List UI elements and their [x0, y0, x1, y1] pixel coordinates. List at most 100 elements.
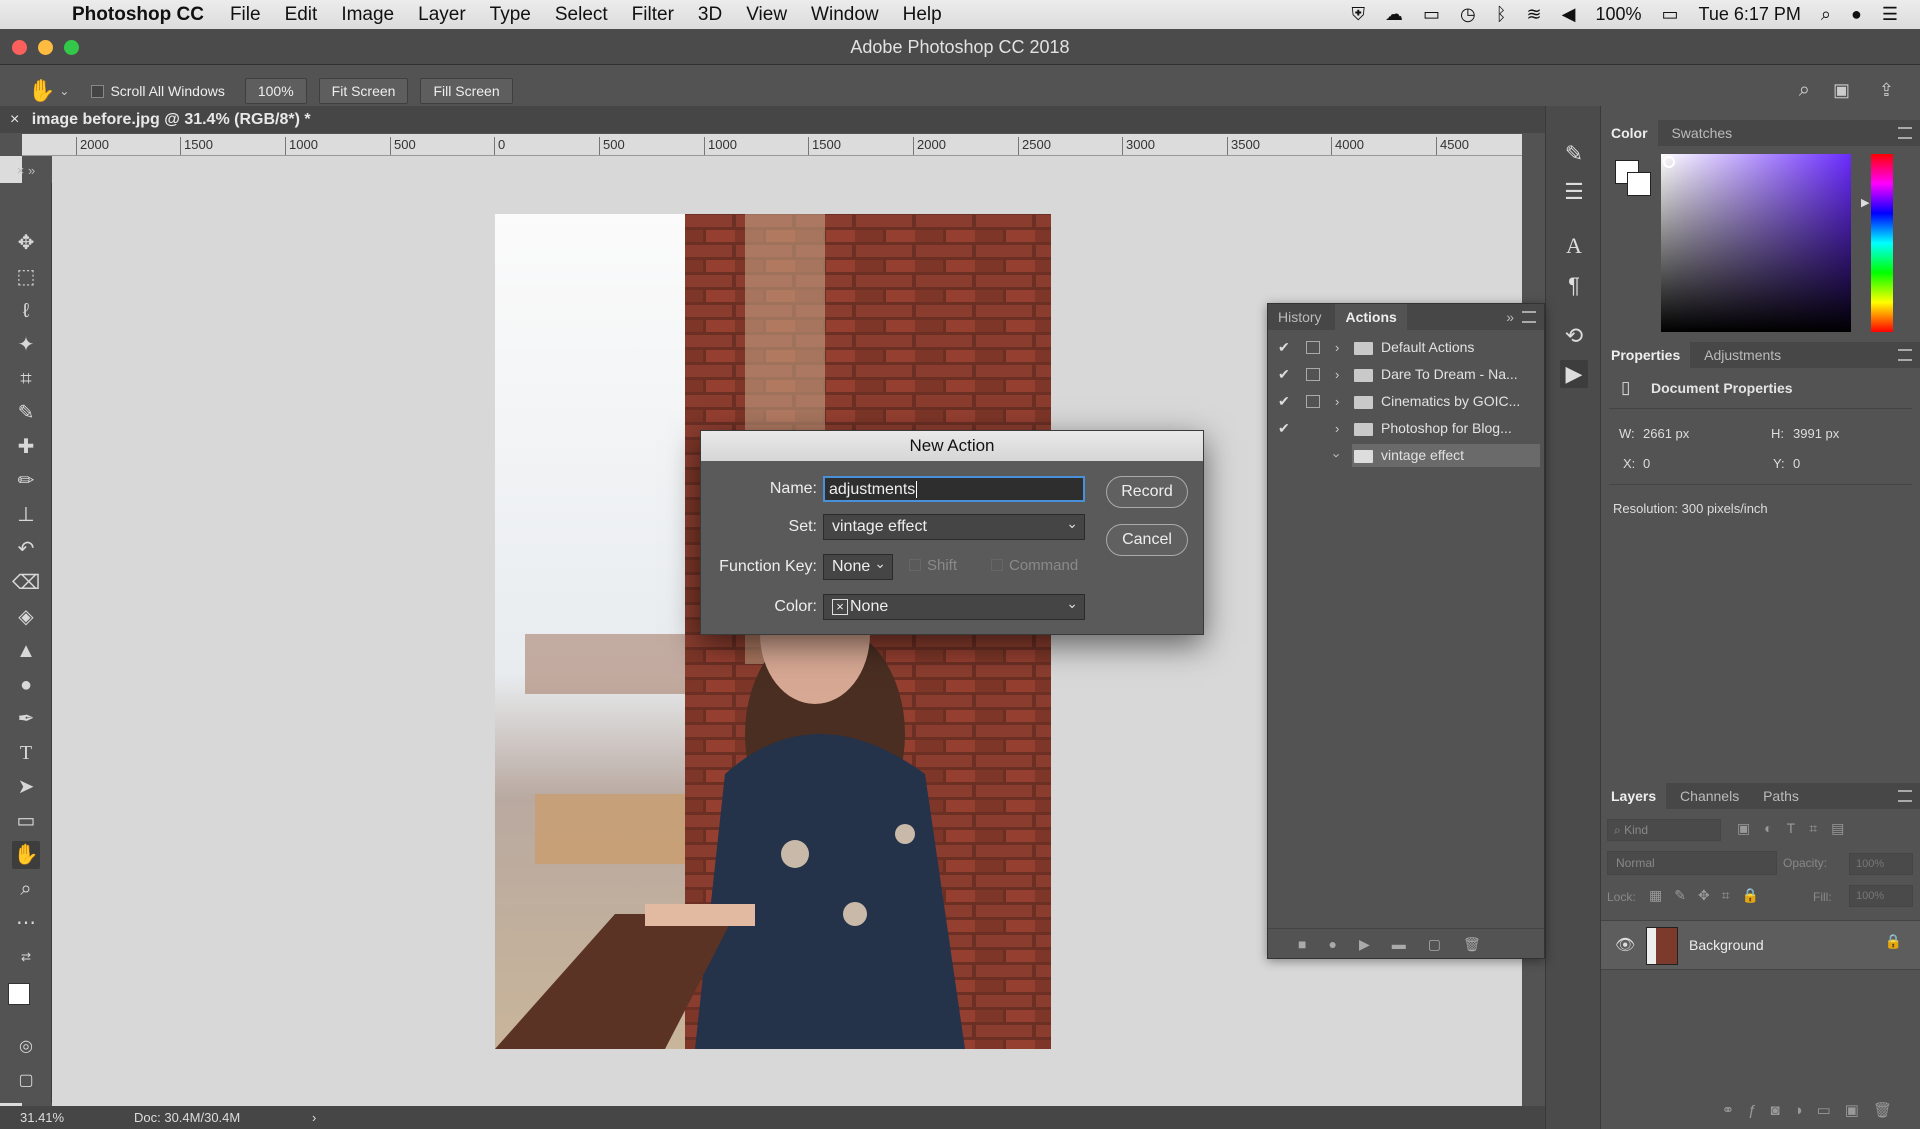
paragraph-icon[interactable]: ¶ [1560, 272, 1588, 300]
panel-menu-icon[interactable] [1898, 127, 1912, 139]
bluetooth-icon[interactable]: ᛒ [1496, 4, 1507, 25]
menu-file[interactable]: File [230, 4, 261, 26]
lock-icons[interactable]: ▦✎✥⌗🔒 [1649, 887, 1771, 904]
tab-color[interactable]: Color [1601, 120, 1658, 146]
workspace-icon[interactable]: ▣ [1833, 80, 1850, 101]
opacity-field[interactable]: 100% [1849, 853, 1913, 875]
type-tool-icon[interactable]: T [12, 739, 40, 767]
menu-layer[interactable]: Layer [418, 4, 466, 26]
healing-brush-tool-icon[interactable]: ✚ [12, 433, 40, 461]
record-icon[interactable]: ● [1328, 936, 1358, 952]
x-value[interactable]: 0 [1643, 456, 1650, 471]
cancel-button[interactable]: Cancel [1106, 524, 1188, 556]
color-picker-handle[interactable] [1663, 156, 1675, 168]
hand-tool-icon[interactable]: ✋ [12, 841, 40, 869]
menu-filter[interactable]: Filter [632, 4, 674, 26]
creative-cloud-icon[interactable]: ☁ [1385, 4, 1403, 25]
crop-tool-icon[interactable]: ⌗ [12, 365, 40, 393]
action-set-row[interactable]: ✔ › Photoshop for Blog... [1268, 415, 1544, 442]
chevron-right-icon[interactable]: › [1335, 415, 1339, 442]
hue-slider-handle-icon[interactable]: ▶ [1861, 196, 1869, 209]
clock[interactable]: Tue 6:17 PM [1699, 4, 1801, 25]
clone-stamp-tool-icon[interactable]: ⊥ [12, 501, 40, 529]
chevron-down-icon[interactable]: ⌄ [59, 84, 69, 98]
shield-icon[interactable]: ⛨ [1351, 4, 1365, 25]
history-brush-tool-icon[interactable]: ↶ [12, 535, 40, 563]
zoom-100-button[interactable]: 100% [244, 77, 307, 104]
brush-tool-icon[interactable]: ✏ [12, 467, 40, 495]
new-action-icon[interactable]: ▢ [1428, 936, 1463, 952]
minimize-window-button[interactable] [38, 40, 53, 55]
volume-icon[interactable]: ◀ [1562, 4, 1576, 25]
new-set-folder-icon[interactable]: ▬ [1392, 936, 1428, 952]
paint-bucket-tool-icon[interactable]: ◈ [12, 603, 40, 631]
tab-actions[interactable]: Actions [1335, 304, 1407, 330]
tab-properties[interactable]: Properties [1601, 342, 1691, 368]
action-set-row-selected[interactable]: › vintage effect [1268, 442, 1544, 469]
checkmark-icon[interactable]: ✔ [1278, 415, 1290, 442]
layers-footer-icons[interactable]: ⚭ƒ◙◑▭▣🗑 [1601, 1101, 1920, 1129]
menu-view[interactable]: View [746, 4, 787, 26]
menu-select[interactable]: Select [555, 4, 608, 26]
dodge-tool-icon[interactable]: ● [12, 671, 40, 699]
layer-name[interactable]: Background [1689, 937, 1764, 953]
hand-tool-preset-icon[interactable]: ✋ [28, 78, 55, 104]
action-set-row[interactable]: ✔ › Default Actions [1268, 334, 1544, 361]
action-set-row[interactable]: ✔ › Cinematics by GOIC... [1268, 388, 1544, 415]
stop-icon[interactable]: ■ [1298, 936, 1328, 952]
record-button[interactable]: Record [1106, 476, 1188, 508]
expand-panel-icon[interactable]: » [1506, 304, 1514, 330]
chevron-right-icon[interactable]: › [1335, 388, 1339, 415]
collapse-toolbar-icon[interactable]: × » [12, 157, 40, 185]
layer-row[interactable]: 👁 Background 🔒 [1601, 920, 1920, 970]
eyedropper-tool-icon[interactable]: ✎ [12, 399, 40, 427]
rectangle-tool-icon[interactable]: ▭ [12, 807, 40, 835]
close-tab-icon[interactable]: × [10, 111, 19, 128]
hue-slider[interactable] [1871, 154, 1893, 332]
lasso-tool-icon[interactable]: ℓ [12, 297, 40, 325]
tab-swatches[interactable]: Swatches [1661, 120, 1742, 146]
siri-icon[interactable]: ● [1851, 4, 1862, 25]
swap-colors-icon[interactable]: ⇄ [12, 943, 40, 971]
panel-menu-icon[interactable] [1898, 349, 1912, 361]
checkmark-icon[interactable]: ✔ [1278, 388, 1290, 415]
app-name-menu[interactable]: Photoshop CC [72, 4, 204, 26]
move-tool-icon[interactable]: ✥ [12, 229, 40, 257]
eye-icon[interactable]: 👁 [1615, 935, 1635, 955]
action-set-row[interactable]: ✔ › Dare To Dream - Na... [1268, 361, 1544, 388]
trash-icon[interactable]: 🗑 [1463, 936, 1503, 952]
airplay-icon[interactable]: ▭ [1423, 4, 1440, 25]
spotlight-icon[interactable]: ⌕ [1821, 4, 1831, 25]
layer-filter-icons[interactable]: ▣◐T⌗▤ [1737, 820, 1858, 837]
scroll-all-windows-checkbox[interactable]: Scroll All Windows [91, 83, 225, 99]
share-icon[interactable]: ⇪ [1879, 80, 1894, 101]
path-selection-tool-icon[interactable]: ➤ [12, 773, 40, 801]
tab-adjustments[interactable]: Adjustments [1694, 342, 1791, 368]
zoom-tool-icon[interactable]: ⌕ [12, 875, 40, 903]
tab-history[interactable]: History [1268, 304, 1332, 330]
tab-layers[interactable]: Layers [1601, 783, 1667, 809]
chevron-right-icon[interactable]: › [1335, 361, 1339, 388]
document-tab[interactable]: × image before.jpg @ 31.4% (RGB/8*) * [0, 106, 1545, 133]
color-select[interactable]: × None [823, 591, 1085, 620]
command-checkbox[interactable] [991, 559, 1003, 571]
fill-screen-button[interactable]: Fill Screen [420, 77, 513, 104]
more-tools-icon[interactable]: ⋯ [12, 909, 40, 937]
screen-mode-icon[interactable]: ▢ [12, 1067, 40, 1095]
menu-3d[interactable]: 3D [698, 4, 722, 26]
marquee-tool-icon[interactable]: ⬚ [12, 263, 40, 291]
character-icon[interactable]: A [1560, 232, 1588, 260]
menu-edit[interactable]: Edit [285, 4, 318, 26]
menu-window[interactable]: Window [811, 4, 879, 26]
dialog-toggle-icon[interactable] [1306, 341, 1320, 354]
color-background-swatch[interactable] [1627, 172, 1651, 196]
close-window-button[interactable] [12, 40, 27, 55]
panel-menu-icon[interactable] [1522, 311, 1536, 323]
notification-center-icon[interactable]: ☰ [1882, 4, 1898, 25]
checkmark-icon[interactable]: ✔ [1278, 334, 1290, 361]
checkmark-icon[interactable]: ✔ [1278, 361, 1290, 388]
battery-percent[interactable]: 100% [1595, 4, 1641, 25]
tab-paths[interactable]: Paths [1753, 783, 1809, 809]
chevron-right-icon[interactable]: › [1335, 334, 1339, 361]
menu-help[interactable]: Help [903, 4, 942, 26]
